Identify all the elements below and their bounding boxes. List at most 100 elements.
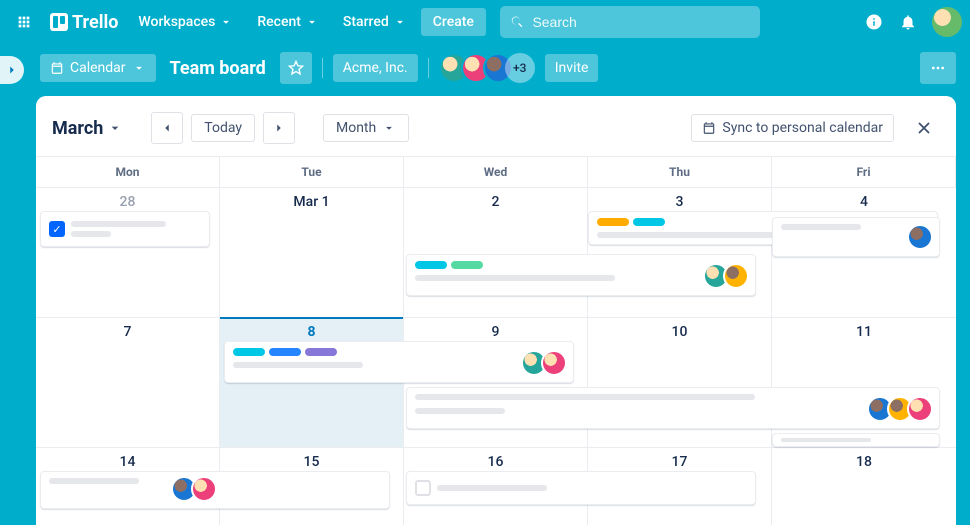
- card-title-placeholder: [781, 224, 861, 230]
- board-title[interactable]: Team board: [166, 58, 270, 79]
- calendar-card[interactable]: [772, 217, 940, 257]
- calendar-card[interactable]: [406, 387, 940, 429]
- day-header: Wed: [404, 157, 588, 187]
- date-number: 2: [412, 194, 579, 210]
- month-label: March: [52, 118, 103, 139]
- date-number: 16: [412, 454, 579, 470]
- date-number: 17: [596, 454, 763, 470]
- workspace-name-button[interactable]: Acme, Inc.: [333, 54, 418, 82]
- apps-switcher-button[interactable]: [8, 6, 40, 38]
- divider: [322, 58, 323, 78]
- notifications-button[interactable]: [892, 6, 924, 38]
- date-number: 4: [780, 194, 948, 210]
- card-member-avatars: [907, 224, 933, 250]
- close-calendar-button[interactable]: [908, 112, 940, 144]
- day-header: Mon: [36, 157, 220, 187]
- create-label: Create: [433, 14, 474, 30]
- calendar-day-cell[interactable]: 28: [36, 187, 220, 317]
- recent-dropdown[interactable]: Recent: [247, 8, 329, 36]
- info-icon: [865, 13, 883, 31]
- card-member-avatars: [867, 396, 933, 422]
- sync-calendar-button[interactable]: Sync to personal calendar: [691, 114, 894, 142]
- workspace-name-label: Acme, Inc.: [343, 60, 408, 76]
- recent-label: Recent: [257, 14, 301, 30]
- workspaces-dropdown[interactable]: Workspaces: [128, 8, 243, 36]
- calendar-card[interactable]: ✓: [40, 211, 210, 247]
- calendar-day-cell[interactable]: 18: [772, 447, 956, 525]
- chevron-down-icon: [393, 15, 407, 29]
- chevron-right-icon: [272, 121, 286, 135]
- month-picker[interactable]: March: [52, 118, 127, 139]
- member-avatar: [723, 263, 749, 289]
- view-switcher-label: Calendar: [70, 60, 126, 76]
- trello-wordmark: Trello: [72, 12, 118, 33]
- member-overflow-count: +3: [505, 53, 535, 83]
- chevron-down-icon: [132, 61, 146, 75]
- calendar-card[interactable]: [406, 471, 756, 505]
- chevron-down-icon: [305, 15, 319, 29]
- card-labels: [233, 348, 337, 356]
- ellipsis-icon: [930, 60, 946, 76]
- card-label: [451, 261, 483, 269]
- calendar-card[interactable]: [40, 471, 390, 509]
- chevron-down-icon: [382, 121, 396, 135]
- date-number: 10: [596, 324, 763, 340]
- date-number: 7: [44, 324, 211, 340]
- card-label: [633, 218, 665, 226]
- create-button[interactable]: Create: [421, 8, 486, 36]
- card-label: [415, 261, 447, 269]
- calendar-day-cell[interactable]: 3: [588, 187, 772, 317]
- calendar-card[interactable]: [406, 254, 756, 296]
- card-title-placeholder: [781, 438, 871, 442]
- apps-grid-icon: [16, 14, 32, 30]
- chevron-down-icon: [219, 15, 233, 29]
- member-avatar: [907, 224, 933, 250]
- star-board-button[interactable]: [280, 52, 312, 84]
- today-button[interactable]: Today: [191, 114, 255, 142]
- member-avatar: [907, 396, 933, 422]
- card-title-placeholder: [71, 221, 166, 227]
- trello-logo[interactable]: Trello: [44, 12, 124, 33]
- chevron-right-icon: [5, 63, 19, 77]
- account-avatar[interactable]: [932, 7, 962, 37]
- card-title-placeholder: [415, 394, 755, 400]
- board-members-stack[interactable]: +3: [439, 53, 535, 83]
- invite-button[interactable]: Invite: [545, 54, 599, 82]
- day-header: Thu: [588, 157, 772, 187]
- next-period-button[interactable]: [263, 112, 295, 144]
- calendar-card[interactable]: [224, 341, 574, 383]
- search-input[interactable]: [532, 14, 750, 30]
- card-labels: [415, 261, 483, 269]
- card-label: [269, 348, 301, 356]
- date-number: 28: [44, 194, 211, 210]
- board-menu-button[interactable]: [920, 52, 956, 84]
- today-indicator: [220, 317, 403, 319]
- card-subtitle-placeholder: [71, 231, 111, 237]
- calendar-grid: Mon Tue Wed Thu Fri 28 Mar 1 2 3 4 7 8 9: [36, 156, 956, 525]
- star-icon: [288, 60, 304, 76]
- calendar-day-cell[interactable]: 7: [36, 317, 220, 447]
- starred-label: Starred: [343, 14, 389, 30]
- search-box[interactable]: [500, 6, 760, 38]
- bell-icon: [899, 13, 917, 31]
- calendar-toolbar: March Today Month Sync to personal calen…: [36, 108, 956, 156]
- calendar-panel: March Today Month Sync to personal calen…: [36, 96, 956, 525]
- view-switcher-calendar[interactable]: Calendar: [40, 54, 156, 82]
- card-label: [233, 348, 265, 356]
- date-number: 9: [412, 324, 579, 340]
- day-header: Fri: [772, 157, 956, 187]
- day-header: Tue: [220, 157, 404, 187]
- calendar-card[interactable]: [772, 433, 940, 447]
- checkbox-unchecked-icon: [415, 480, 431, 496]
- card-title-placeholder: [437, 485, 547, 491]
- search-icon: [510, 14, 525, 30]
- prev-period-button[interactable]: [151, 112, 183, 144]
- board-header: Calendar Team board Acme, Inc. +3 Invite: [0, 44, 970, 92]
- info-button[interactable]: [858, 6, 890, 38]
- calendar-day-cell[interactable]: Mar 1: [220, 187, 404, 317]
- starred-dropdown[interactable]: Starred: [333, 8, 417, 36]
- calendar-day-cell[interactable]: 2: [404, 187, 588, 317]
- date-number: Mar 1: [228, 194, 395, 210]
- view-granularity-dropdown[interactable]: Month: [323, 114, 409, 142]
- checkbox-checked-icon: ✓: [49, 221, 65, 237]
